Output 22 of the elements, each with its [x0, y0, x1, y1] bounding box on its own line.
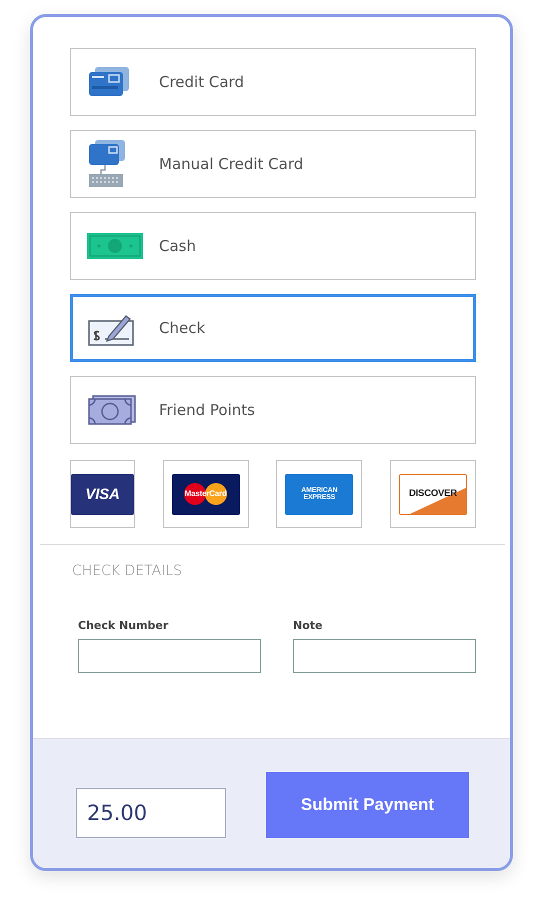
card-keyboard-icon [87, 140, 127, 188]
section-heading: CHECK DETAILS [72, 563, 184, 579]
payment-method-label: Credit Card [159, 73, 244, 91]
payment-method-label: Manual Credit Card [159, 155, 304, 173]
field-label: Check Number [78, 619, 170, 632]
payment-method-label: Cash [159, 237, 196, 255]
submit-payment-button[interactable]: Submit Payment [266, 772, 469, 838]
amount-field[interactable]: 25.00 [76, 788, 226, 838]
text-field[interactable] [78, 639, 261, 673]
payment-method-option[interactable]: Friend Points [70, 376, 476, 444]
field-label: Note [293, 619, 324, 632]
credit-card-icon [87, 65, 131, 99]
payment-method-label: Friend Points [159, 401, 255, 419]
visa-logo: VISA [71, 474, 134, 514]
payment-method-label: Check [159, 319, 206, 337]
text-field[interactable] [293, 639, 476, 673]
payment-method-option[interactable]: Check [70, 294, 476, 362]
payment-method-option[interactable]: Cash [70, 212, 476, 280]
payment-method-option[interactable]: Manual Credit Card [70, 130, 476, 198]
banknote-stack-icon [87, 394, 137, 426]
banknote-icon [87, 233, 143, 259]
payment-method-option[interactable]: Credit Card [70, 48, 476, 116]
